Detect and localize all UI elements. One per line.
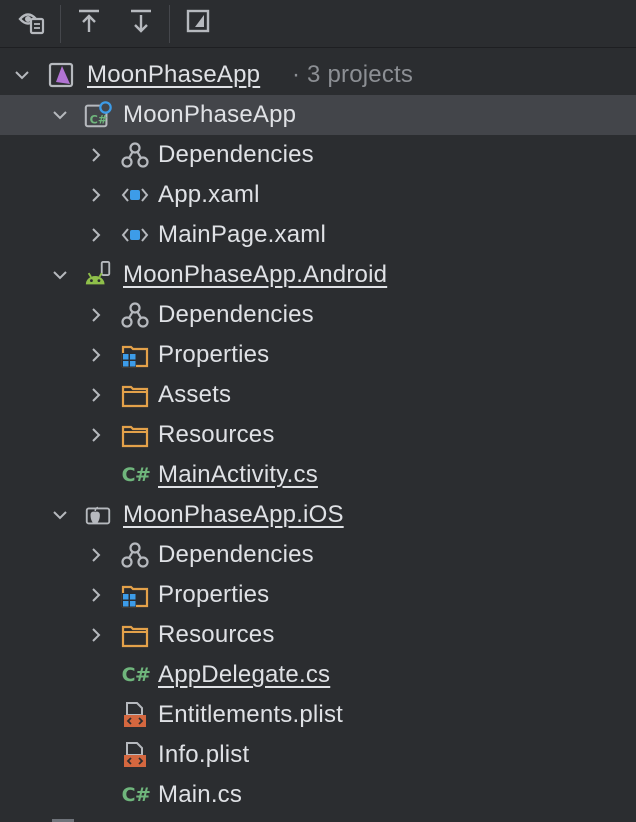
folder-icon — [120, 420, 150, 450]
item-label[interactable]: MainPage.xaml — [158, 221, 326, 249]
tree-row-file[interactable]: Entitlements.plist — [0, 695, 636, 735]
xaml-icon — [120, 220, 150, 250]
item-label[interactable]: Entitlements.plist — [158, 701, 343, 729]
item-label[interactable]: Dependencies — [158, 301, 314, 329]
eye-file-icon — [17, 6, 47, 41]
android-project-icon — [83, 260, 113, 290]
project-label[interactable]: MoonPhaseApp — [123, 101, 296, 129]
arrow-down-to-line-icon — [127, 7, 155, 40]
chevron-right-icon[interactable] — [86, 305, 106, 325]
chevron-right-icon[interactable] — [86, 345, 106, 365]
arrow-up-to-line-icon — [75, 7, 103, 40]
tree-row-folder[interactable]: Assets — [0, 375, 636, 415]
item-label[interactable]: Main.cs — [158, 781, 242, 809]
tree-row-project-android[interactable]: MoonPhaseApp.Android — [0, 255, 636, 295]
folder-icon — [120, 380, 150, 410]
chevron-right-icon[interactable] — [86, 185, 106, 205]
solution-icon — [46, 60, 76, 90]
expand-all-button[interactable] — [121, 4, 161, 44]
dependencies-icon — [120, 300, 150, 330]
view-options-button[interactable] — [12, 4, 52, 44]
tree-row-file[interactable]: C# AppDelegate.cs — [0, 655, 636, 695]
tree-row-dependencies[interactable]: Dependencies — [0, 535, 636, 575]
tree-row-folder[interactable]: Resources — [0, 415, 636, 455]
tree-row-folder[interactable]: Properties — [0, 335, 636, 375]
chevron-down-icon[interactable] — [12, 65, 32, 85]
tree-row-dependencies[interactable]: Dependencies — [0, 135, 636, 175]
tree-row-folder[interactable]: Resources — [0, 615, 636, 655]
item-label[interactable]: Resources — [158, 421, 275, 449]
item-label[interactable]: App.xaml — [158, 181, 260, 209]
preview-button[interactable] — [178, 4, 218, 44]
chevron-down-icon[interactable] — [50, 105, 70, 125]
chevron-right-icon[interactable] — [86, 385, 106, 405]
project-label[interactable]: MoonPhaseApp.Android — [123, 261, 387, 289]
chevron-right-icon[interactable] — [86, 425, 106, 445]
toolbar-separator — [60, 4, 61, 43]
tree-row-folder[interactable]: Properties — [0, 575, 636, 615]
chevron-right-icon[interactable] — [86, 225, 106, 245]
tree-row-file[interactable]: Info.plist — [0, 735, 636, 775]
dependencies-icon — [120, 540, 150, 570]
csharp-project-icon: C# — [83, 100, 113, 130]
plist-icon — [120, 700, 150, 730]
folder-icon — [120, 620, 150, 650]
project-tree: MoonPhaseApp · 3 projects C# MoonPhaseAp… — [0, 55, 636, 815]
csharp-file-icon: C# — [121, 784, 151, 806]
preview-pane-icon — [184, 7, 212, 40]
chevron-right-icon[interactable] — [86, 585, 106, 605]
tree-row-solution[interactable]: MoonPhaseApp · 3 projects — [0, 55, 636, 95]
xaml-icon — [120, 180, 150, 210]
item-label[interactable]: Dependencies — [158, 541, 314, 569]
tree-row-file[interactable]: MainPage.xaml — [0, 215, 636, 255]
tree-row-file[interactable]: C# Main.cs — [0, 775, 636, 815]
tree-row-file[interactable]: C# MainActivity.cs — [0, 455, 636, 495]
solution-project-count: · 3 projects — [292, 61, 414, 88]
tree-row-project-ios[interactable]: MoonPhaseApp.iOS — [0, 495, 636, 535]
item-label[interactable]: Properties — [158, 581, 269, 609]
properties-folder-icon — [120, 580, 150, 610]
item-label[interactable]: Resources — [158, 621, 275, 649]
csharp-file-icon: C# — [121, 464, 151, 486]
plist-icon — [120, 740, 150, 770]
chevron-right-icon[interactable] — [86, 545, 106, 565]
tree-row-dependencies[interactable]: Dependencies — [0, 295, 636, 335]
chevron-right-icon[interactable] — [86, 625, 106, 645]
item-label[interactable]: Properties — [158, 341, 269, 369]
ios-project-icon — [83, 500, 113, 530]
svg-text:C#: C# — [90, 113, 108, 126]
chevron-down-icon[interactable] — [50, 505, 70, 525]
tree-row-file[interactable]: App.xaml — [0, 175, 636, 215]
solution-label[interactable]: MoonPhaseApp — [87, 61, 260, 89]
chevron-right-icon[interactable] — [86, 145, 106, 165]
csharp-file-icon: C# — [121, 664, 151, 686]
project-label[interactable]: MoonPhaseApp.iOS — [123, 501, 344, 529]
item-label[interactable]: Assets — [158, 381, 231, 409]
toolbar-separator — [169, 4, 170, 43]
dependencies-icon — [120, 140, 150, 170]
item-label[interactable]: Info.plist — [158, 741, 249, 769]
item-label[interactable]: MainActivity.cs — [158, 461, 318, 489]
item-label[interactable]: AppDelegate.cs — [158, 661, 330, 689]
project-toolbar — [0, 0, 636, 48]
chevron-down-icon[interactable] — [50, 265, 70, 285]
collapse-all-button[interactable] — [69, 4, 109, 44]
properties-folder-icon — [120, 340, 150, 370]
item-label[interactable]: Dependencies — [158, 141, 314, 169]
tree-row-project-shared[interactable]: C# MoonPhaseApp — [0, 95, 636, 135]
